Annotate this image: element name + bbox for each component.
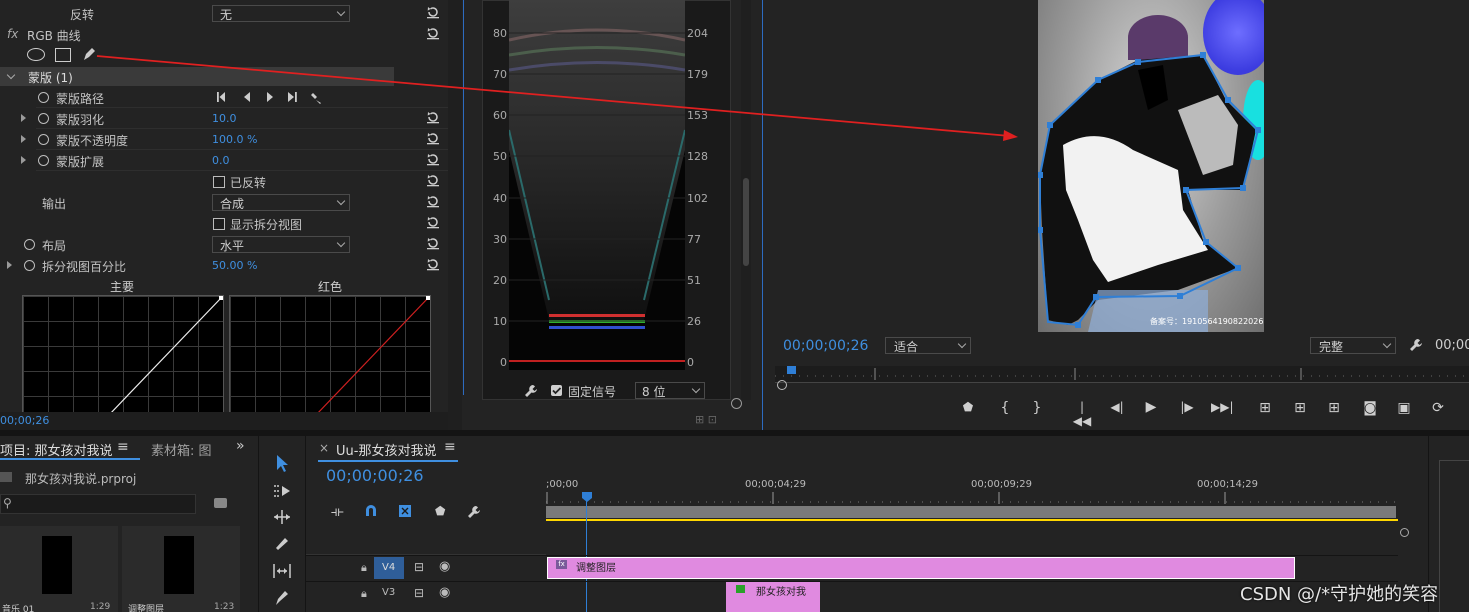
active-tab-indicator	[318, 460, 458, 462]
track-target-v4[interactable]: V4	[374, 557, 404, 579]
render-status-bar	[546, 519, 1398, 521]
eye-icon[interactable]: ◉	[439, 559, 450, 574]
csdn-watermark: CSDN @/*守护她的笑容	[1240, 584, 1439, 605]
linked-selection-icon[interactable]	[398, 504, 412, 518]
video-clip[interactable]: 那女孩对我	[726, 582, 820, 612]
clip-name: 调整图层	[576, 563, 616, 574]
zoom-handle-icon[interactable]	[1400, 528, 1409, 537]
project-item[interactable]: 音乐 01 1:29	[0, 526, 118, 612]
project-item[interactable]: 调整图层 1:23	[122, 526, 240, 612]
search-input[interactable]: ⚲	[0, 494, 196, 514]
slip-tool-icon[interactable]	[271, 560, 293, 582]
item-thumbnail	[164, 536, 194, 594]
razor-tool-icon[interactable]	[271, 533, 293, 555]
item-name: 调整图层	[128, 605, 165, 612]
nest-icon[interactable]: ⟛	[331, 504, 344, 520]
eye-icon[interactable]: ◉	[439, 585, 450, 600]
track-select-tool-icon[interactable]	[271, 480, 293, 502]
snap-magnet-icon[interactable]	[364, 504, 378, 518]
new-search-bin-icon[interactable]	[214, 498, 227, 508]
item-thumbnail	[42, 536, 72, 594]
item-duration: 1:29	[90, 602, 111, 612]
more-panels-icon[interactable]: »	[236, 438, 245, 454]
timeline-ruler[interactable]: ;00;00 00;00;04;29 00;00;09;29 00;00;14;…	[546, 476, 1398, 522]
active-tab-indicator	[0, 458, 140, 460]
ruler-label: 00;00;14;29	[1197, 479, 1259, 490]
project-panel: 项目: 那女孩对我说 ≡ 素材箱: 图 » 那女孩对我说.prproj ⚲ 音乐…	[0, 436, 255, 612]
selection-tool-icon[interactable]	[271, 452, 293, 474]
timeline-timecode[interactable]: 00;00;00;26	[326, 466, 424, 485]
ripple-edit-tool-icon[interactable]	[271, 506, 293, 528]
fx-badge-icon: fx	[556, 560, 567, 569]
ruler-ticks	[546, 492, 1398, 504]
project-tab[interactable]: 项目: 那女孩对我说	[0, 440, 113, 459]
sync-lock-icon[interactable]: ⊟	[414, 586, 424, 600]
lock-icon[interactable]: 🔒︎	[361, 561, 367, 575]
project-file: 那女孩对我说.prproj	[25, 472, 137, 486]
sequence-tab[interactable]: Uu-那女孩对我说	[336, 440, 436, 459]
fx-badge-icon	[736, 585, 745, 593]
clip-name: 那女孩对我	[756, 587, 806, 598]
sync-lock-icon[interactable]: ⊟	[414, 560, 424, 574]
item-duration: 1:23	[214, 602, 235, 612]
folder-icon	[0, 472, 12, 482]
pen-tool-icon[interactable]	[271, 586, 293, 608]
track-name[interactable]: V3	[382, 587, 395, 598]
track-v4: 🔒︎ V4 ⊟ ◉ fx 调整图层	[306, 555, 1398, 580]
search-icon: ⚲	[3, 496, 12, 510]
close-sequence-icon[interactable]: ×	[319, 441, 329, 455]
ruler-label: ;00;00	[546, 479, 579, 490]
tools-panel	[258, 436, 306, 612]
ruler-label: 00;00;09;29	[971, 479, 1033, 490]
item-name: 音乐 01	[2, 605, 35, 612]
ruler-label: 00;00;04;29	[745, 479, 807, 490]
work-area-bar[interactable]	[546, 506, 1396, 518]
audio-meter	[1439, 460, 1469, 612]
bin-tab[interactable]: 素材箱: 图	[151, 440, 212, 459]
add-marker-icon[interactable]: ⬟	[435, 504, 445, 518]
track-v3: 🔒︎ V3 ⊟ ◉ 那女孩对我	[306, 581, 1398, 612]
track-name: V4	[382, 562, 396, 573]
adjustment-layer-clip[interactable]: fx 调整图层	[547, 557, 1295, 579]
track-header-divider	[306, 554, 546, 555]
timeline-settings-wrench-icon[interactable]	[466, 504, 482, 520]
sequence-menu-icon[interactable]: ≡	[444, 439, 456, 455]
lock-icon[interactable]: 🔒︎	[361, 587, 367, 601]
project-menu-icon[interactable]: ≡	[117, 439, 129, 455]
